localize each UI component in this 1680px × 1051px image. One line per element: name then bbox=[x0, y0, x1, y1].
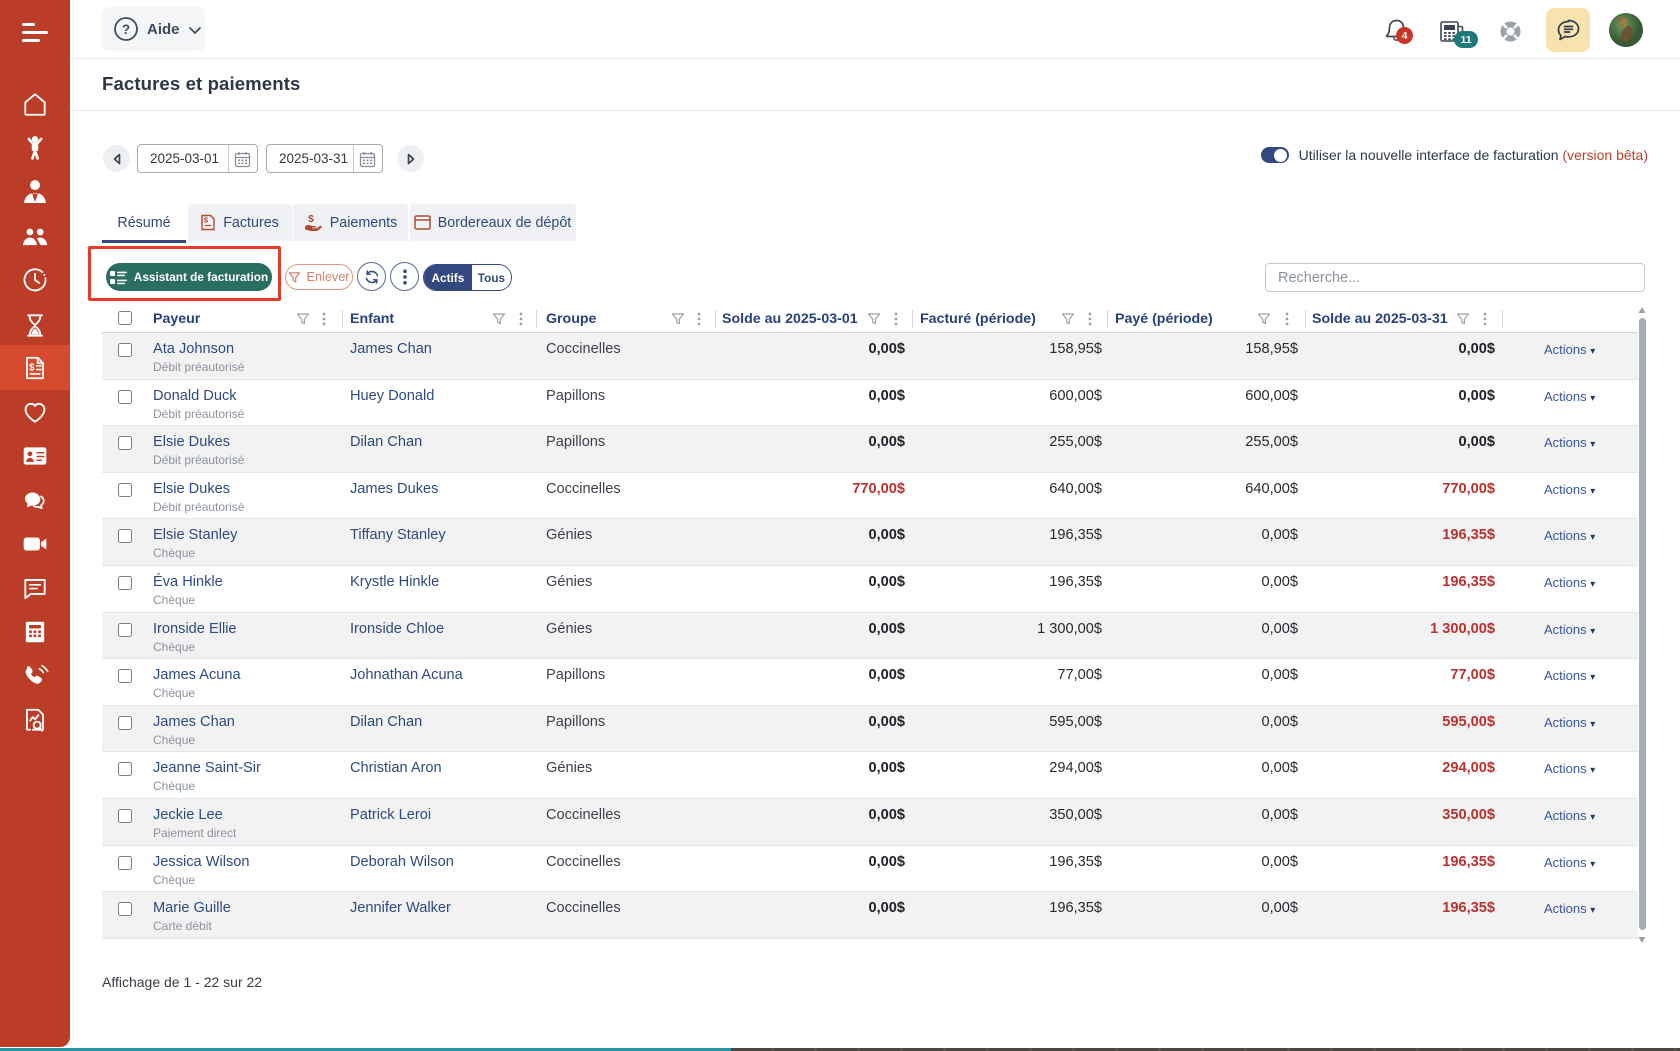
svg-text:$: $ bbox=[308, 214, 314, 225]
svg-text:?: ? bbox=[122, 22, 130, 37]
svg-text:$: $ bbox=[29, 363, 35, 374]
svg-text:$: $ bbox=[204, 216, 209, 225]
